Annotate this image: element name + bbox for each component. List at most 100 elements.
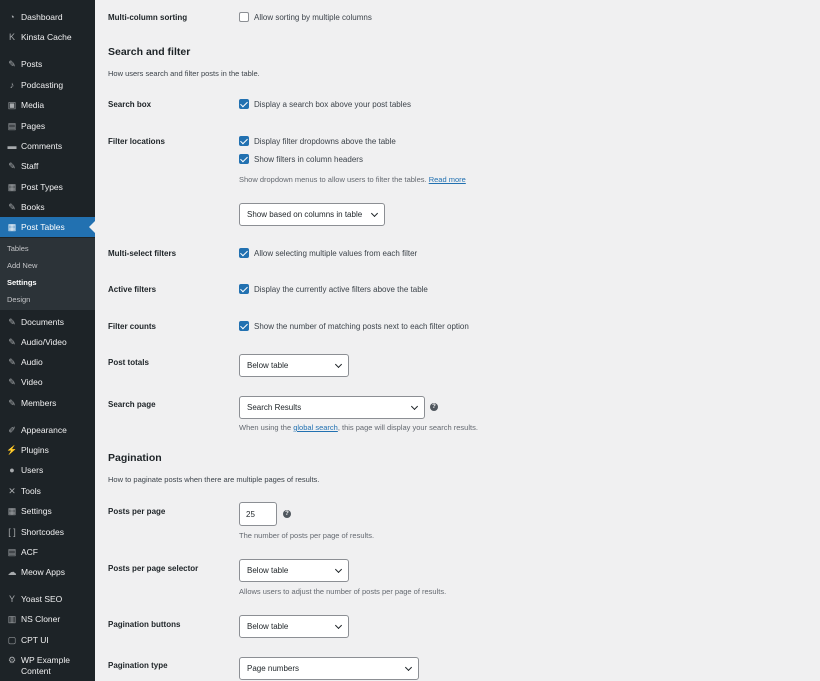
global-search-link[interactable]: global search [293, 423, 338, 432]
sidebar-item-books[interactable]: ✎ Books [0, 197, 95, 217]
sidebar-item-audio-video[interactable]: ✎ Audio/Video [0, 332, 95, 352]
chevron-down-icon [334, 621, 343, 630]
sidebar-item-post-types[interactable]: ▦ Post Types [0, 177, 95, 197]
sidebar-item-label: Post Types [21, 182, 63, 192]
sidebar-item-ns-cloner[interactable]: ▥ NS Cloner [0, 609, 95, 629]
multiselect-checkbox[interactable]: Allow selecting multiple values from eac… [239, 248, 417, 258]
filter-headers-checkbox[interactable]: Show filters in column headers [239, 154, 363, 164]
pin-icon: ✎ [8, 316, 16, 327]
sidebar-item-yoast-seo[interactable]: Y Yoast SEO [0, 589, 95, 609]
help-text-pre: When using the [239, 423, 292, 432]
sidebar-item-members[interactable]: ✎ Members [0, 393, 95, 413]
multi-sort-checkbox[interactable]: Allow sorting by multiple columns [239, 12, 372, 22]
brackets-icon: [ ] [8, 527, 16, 537]
post-totals-label: Post totals [108, 358, 149, 367]
sidebar-item-plugins[interactable]: ⚡ Plugins [0, 440, 95, 460]
read-more-link[interactable]: Read more [429, 175, 466, 184]
pin-icon: ✎ [8, 356, 16, 367]
sidebar-item-label: Comments [21, 141, 63, 151]
user-icon: ● [9, 465, 15, 475]
active-filters-checkbox[interactable]: Display the currently active filters abo… [239, 284, 428, 294]
search-box-checkbox[interactable]: Display a search box above your post tab… [239, 99, 411, 109]
sidebar-item-users[interactable]: ● Users [0, 460, 95, 480]
sidebar-item-dashboard[interactable]: ◔ Dashboard [0, 7, 95, 27]
checkbox-checked-icon[interactable] [239, 154, 249, 164]
checkbox-checked-icon[interactable] [239, 136, 249, 146]
sidebar-item-cpt-ui[interactable]: ▢ CPT UI [0, 630, 95, 650]
submenu-design[interactable]: Design [7, 295, 30, 304]
comments-icon: ▬ [7, 141, 17, 151]
pagination-buttons-label: Pagination buttons [108, 620, 181, 629]
sidebar-item-post-tables[interactable]: ▦ Post Tables [0, 217, 95, 237]
sidebar-item-label: CPT UI [21, 635, 49, 645]
search-page-label: Search page [108, 400, 156, 409]
filter-counts-label: Filter counts [108, 322, 157, 331]
sidebar-item-label: Plugins [21, 445, 49, 455]
sidebar-item-posts[interactable]: ✎ Posts [0, 54, 95, 74]
submenu-tables[interactable]: Tables [7, 244, 29, 253]
checkbox-checked-icon[interactable] [239, 248, 249, 258]
sidebar-item-label: Dashboard [21, 12, 63, 22]
select-value: Below table [247, 566, 289, 575]
sidebar-item-tools[interactable]: ✕ Tools [0, 481, 95, 501]
sidebar-item-kinsta-cache[interactable]: K Kinsta Cache [0, 27, 95, 47]
sidebar-item-label: Settings [21, 506, 52, 516]
per-page-label: Posts per page [108, 507, 166, 516]
help-text-post: , this page will display your search res… [337, 423, 478, 432]
search-page-select[interactable]: Search Results [239, 396, 425, 419]
sidebar-item-staff[interactable]: ✎ Staff [0, 156, 95, 176]
checkbox-label: Allow selecting multiple values from eac… [254, 248, 418, 258]
submenu-add-new[interactable]: Add New [7, 261, 37, 270]
pin-icon: ✎ [8, 336, 16, 347]
post-totals-select[interactable]: Below table [239, 354, 349, 377]
sidebar-item-documents[interactable]: ✎ Documents [0, 312, 95, 332]
sidebar-item-comments[interactable]: ▬ Comments [0, 136, 95, 156]
help-icon[interactable]: ? [283, 510, 291, 518]
sidebar-item-label: Staff [21, 161, 39, 171]
pagination-type-select[interactable]: Page numbers [239, 657, 419, 680]
filter-help-body: Show dropdown menus to allow users to fi… [239, 175, 427, 184]
sidebar-item-meow-apps[interactable]: ☁ Meow Apps [0, 562, 95, 582]
sidebar-item-shortcodes[interactable]: [ ] Shortcodes [0, 522, 95, 542]
search-page-help: When using the global search, this page … [239, 423, 478, 432]
post-types-icon: ▦ [7, 181, 17, 192]
checkbox-label: Show filters in column headers [254, 154, 363, 164]
sidebar-item-podcasting[interactable]: ♪ Podcasting [0, 75, 95, 95]
pin-icon: ✎ [8, 58, 16, 69]
sidebar-item-settings[interactable]: ▦ Settings [0, 501, 95, 521]
pagination-buttons-select[interactable]: Below table [239, 615, 349, 638]
sidebar-item-label: Audio/Video [21, 337, 67, 347]
filter-counts-checkbox[interactable]: Show the number of matching posts next t… [239, 321, 469, 331]
search-box-label: Search box [108, 100, 152, 109]
sidebar-item-label: Podcasting [21, 80, 64, 90]
sidebar-item-appearance[interactable]: ✐ Appearance [0, 420, 95, 440]
pin-icon: ✎ [8, 376, 16, 387]
sidebar-item-label: Audio [21, 357, 43, 367]
checkbox-unchecked-icon[interactable] [239, 12, 249, 22]
pagination-type-label: Pagination type [108, 661, 168, 670]
posts-per-page-input[interactable]: 25 [239, 502, 277, 526]
checkbox-checked-icon[interactable] [239, 99, 249, 109]
filter-position-select[interactable]: Show based on columns in table [239, 203, 385, 226]
checkbox-checked-icon[interactable] [239, 321, 249, 331]
checkbox-label: Show the number of matching posts next t… [254, 321, 469, 331]
filter-locations-label: Filter locations [108, 137, 165, 146]
sidebar-item-audio[interactable]: ✎ Audio [0, 352, 95, 372]
checkbox-checked-icon[interactable] [239, 284, 249, 294]
admin-sidebar: Tables Add New Settings Design ◔ Dashboar… [0, 0, 95, 681]
submenu-settings[interactable]: Settings [7, 278, 37, 287]
pin-icon: ✎ [8, 201, 16, 212]
select-value: Show based on columns in table [247, 210, 363, 219]
sidebar-item-video[interactable]: ✎ Video [0, 372, 95, 392]
sidebar-item-label: Shortcodes [21, 527, 64, 537]
sidebar-item-media[interactable]: ▣ Media [0, 95, 95, 115]
sidebar-item-pages[interactable]: ▤ Pages [0, 116, 95, 136]
select-value: Search Results [247, 403, 302, 412]
per-page-selector-select[interactable]: Below table [239, 559, 349, 582]
sidebar-item-wp-example-content[interactable]: ⚙ WP Example Content [0, 652, 95, 678]
sidebar-item-label: Yoast SEO [21, 594, 63, 604]
sidebar-item-acf[interactable]: ▤ ACF [0, 542, 95, 562]
filter-dropdowns-checkbox[interactable]: Display filter dropdowns above the table [239, 136, 396, 146]
table-icon: ▦ [7, 221, 17, 232]
help-icon[interactable]: ? [430, 403, 438, 411]
